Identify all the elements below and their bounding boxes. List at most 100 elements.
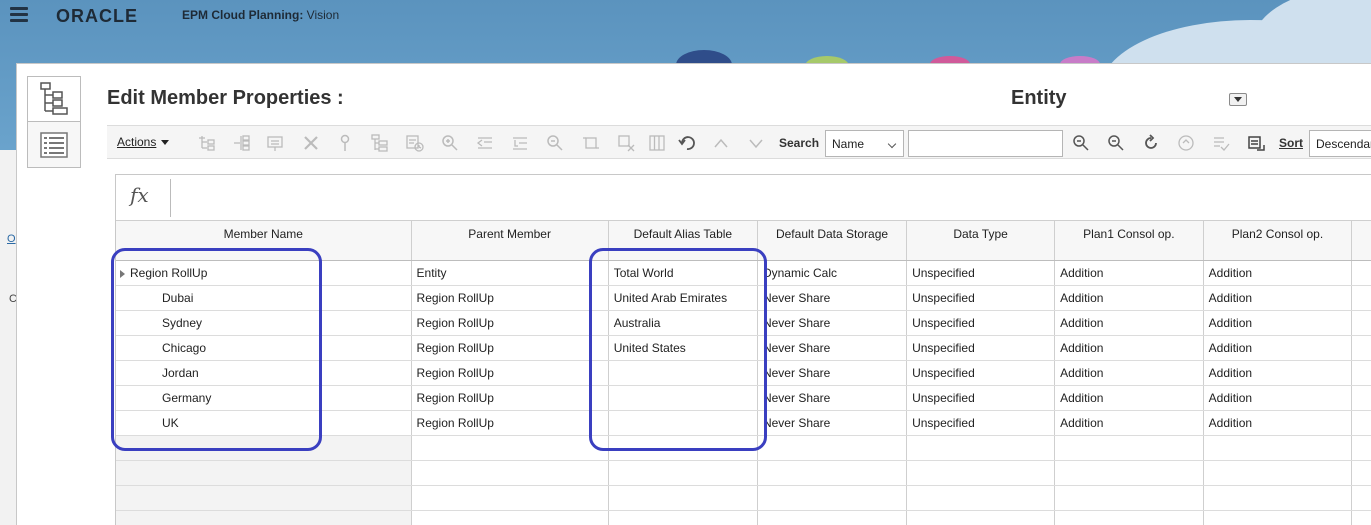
empty-cell[interactable] bbox=[411, 510, 609, 525]
column-header-default-alias-table[interactable]: Default Alias Table bbox=[608, 220, 758, 261]
empty-cell[interactable] bbox=[757, 460, 908, 486]
data-type-cell[interactable]: Unspecified bbox=[906, 360, 1056, 386]
column-header-parent-member[interactable]: Parent Member bbox=[411, 220, 609, 261]
data-storage-cell[interactable]: Never Share bbox=[757, 360, 908, 386]
parent-member-cell[interactable]: Region RollUp bbox=[411, 335, 609, 361]
plan2-consol-cell[interactable]: Addition bbox=[1203, 410, 1353, 436]
member-name-cell[interactable]: Germany bbox=[116, 385, 412, 411]
table-row[interactable]: Region RollUp Entity Total World Dynamic Ca… bbox=[116, 260, 1371, 286]
data-type-cell[interactable]: Unspecified bbox=[906, 310, 1056, 336]
column-header-default-data-storage[interactable]: Default Data Storage bbox=[757, 220, 908, 261]
empty-row[interactable] bbox=[116, 510, 1371, 525]
empty-row[interactable] bbox=[116, 460, 1371, 486]
data-type-cell[interactable]: Unspecified bbox=[906, 385, 1056, 411]
move-down-level-icon[interactable] bbox=[510, 133, 530, 153]
data-type-cell[interactable]: Unspecified bbox=[906, 410, 1056, 436]
empty-row[interactable] bbox=[116, 435, 1371, 461]
table-row[interactable]: Jordan Region RollUp Never Share Unspecifie… bbox=[116, 360, 1371, 386]
plan1-consol-cell[interactable]: Addition bbox=[1054, 310, 1204, 336]
hamburger-menu-icon[interactable] bbox=[10, 7, 28, 23]
parent-member-cell[interactable]: Region RollUp bbox=[411, 385, 609, 411]
tree-view-button[interactable] bbox=[27, 76, 81, 122]
remove-filter-icon[interactable] bbox=[616, 133, 636, 153]
plan2-consol-cell[interactable]: Addition bbox=[1203, 285, 1353, 311]
move-up-level-icon[interactable] bbox=[475, 133, 495, 153]
plan1-consol-cell[interactable]: Addition bbox=[1054, 385, 1204, 411]
column-header-member-name[interactable]: Member Name bbox=[116, 220, 412, 261]
empty-cell[interactable] bbox=[1054, 510, 1204, 525]
chevron-down-icon[interactable] bbox=[746, 133, 766, 153]
empty-cell[interactable] bbox=[608, 510, 758, 525]
search-next-icon[interactable] bbox=[1071, 133, 1091, 153]
clear-icon[interactable] bbox=[1176, 133, 1196, 153]
plan2-consol-cell[interactable]: Addition bbox=[1203, 360, 1353, 386]
empty-cell[interactable] bbox=[1203, 485, 1353, 511]
plan2-consol-cell[interactable]: Addition bbox=[1203, 385, 1353, 411]
undo-icon[interactable] bbox=[677, 133, 697, 153]
table-row[interactable]: Germany Region RollUp Never Share Unspecifi… bbox=[116, 385, 1371, 411]
empty-cell[interactable] bbox=[1054, 485, 1204, 511]
dimension-dropdown-button[interactable] bbox=[1229, 93, 1247, 106]
empty-cell[interactable] bbox=[608, 485, 758, 511]
chevron-up-icon[interactable] bbox=[711, 133, 731, 153]
empty-cell[interactable] bbox=[906, 510, 1056, 525]
empty-cell[interactable] bbox=[906, 460, 1056, 486]
member-name-cell[interactable]: Jordan bbox=[116, 360, 412, 386]
empty-cell[interactable] bbox=[608, 435, 758, 461]
search-previous-icon[interactable] bbox=[1106, 133, 1126, 153]
parent-member-cell[interactable]: Region RollUp bbox=[411, 360, 609, 386]
empty-cell[interactable] bbox=[116, 510, 412, 525]
member-name-cell[interactable]: Sydney bbox=[116, 310, 412, 336]
focus-icon[interactable] bbox=[581, 133, 601, 153]
empty-cell[interactable] bbox=[1203, 435, 1353, 461]
empty-row[interactable] bbox=[116, 485, 1371, 511]
search-field-select[interactable]: Name bbox=[825, 130, 904, 157]
add-sibling-icon[interactable] bbox=[232, 133, 252, 153]
data-type-cell[interactable]: Unspecified bbox=[906, 260, 1056, 286]
plan1-consol-cell[interactable]: Addition bbox=[1054, 335, 1204, 361]
actions-menu[interactable]: Actions bbox=[117, 135, 170, 149]
alias-cell[interactable]: United Arab Emirates bbox=[608, 285, 758, 311]
empty-cell[interactable] bbox=[1054, 460, 1204, 486]
parent-member-cell[interactable]: Region RollUp bbox=[411, 285, 609, 311]
member-properties-icon[interactable] bbox=[265, 133, 285, 153]
empty-cell[interactable] bbox=[608, 460, 758, 486]
parent-member-cell[interactable]: Entity bbox=[411, 260, 609, 286]
column-header-data-type[interactable]: Data Type bbox=[906, 220, 1056, 261]
plan2-consol-cell[interactable]: Addition bbox=[1203, 260, 1353, 286]
history-icon[interactable] bbox=[405, 133, 425, 153]
empty-cell[interactable] bbox=[906, 435, 1056, 461]
background-link[interactable]: O bbox=[7, 233, 16, 245]
plan1-consol-cell[interactable]: Addition bbox=[1054, 285, 1204, 311]
data-type-cell[interactable]: Unspecified bbox=[906, 285, 1056, 311]
plan1-consol-cell[interactable]: Addition bbox=[1054, 260, 1204, 286]
empty-cell[interactable] bbox=[116, 435, 412, 461]
parent-member-cell[interactable]: Region RollUp bbox=[411, 310, 609, 336]
alias-cell[interactable] bbox=[608, 385, 758, 411]
parent-member-cell[interactable]: Region RollUp bbox=[411, 410, 609, 436]
empty-cell[interactable] bbox=[906, 485, 1056, 511]
alias-cell[interactable]: Australia bbox=[608, 310, 758, 336]
empty-cell[interactable] bbox=[1203, 510, 1353, 525]
column-header-plan1-consol-op[interactable]: Plan1 Consol op. bbox=[1054, 220, 1204, 261]
member-name-cell[interactable]: UK bbox=[116, 410, 412, 436]
member-name-cell[interactable]: Dubai bbox=[116, 285, 412, 311]
expand-arrow-icon[interactable] bbox=[120, 269, 125, 278]
empty-cell[interactable] bbox=[116, 460, 412, 486]
data-type-cell[interactable]: Unspecified bbox=[906, 335, 1056, 361]
alias-cell[interactable]: Total World bbox=[608, 260, 758, 286]
data-storage-cell[interactable]: Never Share bbox=[757, 410, 908, 436]
alias-cell[interactable] bbox=[608, 410, 758, 436]
empty-cell[interactable] bbox=[1203, 460, 1353, 486]
empty-cell[interactable] bbox=[757, 435, 908, 461]
list-view-button[interactable] bbox=[27, 122, 81, 168]
empty-cell[interactable] bbox=[411, 485, 609, 511]
formula-icon[interactable]: fx bbox=[130, 183, 149, 207]
add-child-icon[interactable] bbox=[197, 133, 217, 153]
sort-select[interactable]: Descendants bbox=[1309, 130, 1371, 157]
table-row[interactable]: UK Region RollUp Never Share Unspecified Add… bbox=[116, 410, 1371, 436]
data-storage-cell[interactable]: Never Share bbox=[757, 385, 908, 411]
plan1-consol-cell[interactable]: Addition bbox=[1054, 360, 1204, 386]
export-icon[interactable] bbox=[1246, 133, 1266, 153]
empty-cell[interactable] bbox=[411, 460, 609, 486]
